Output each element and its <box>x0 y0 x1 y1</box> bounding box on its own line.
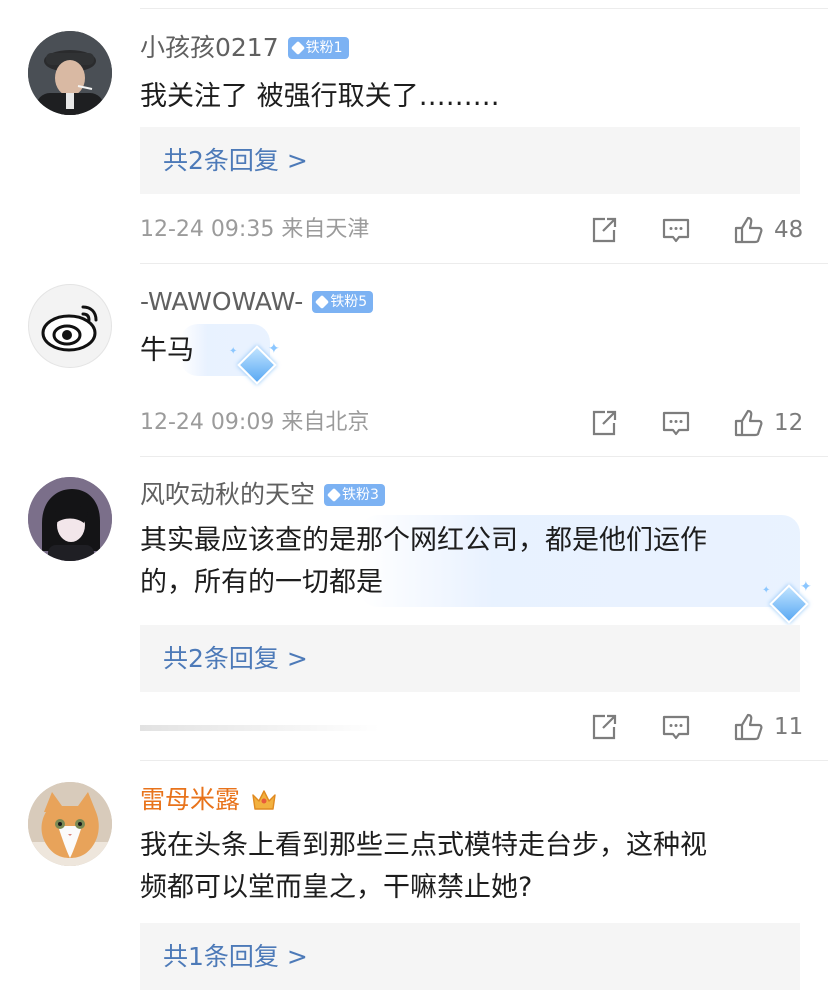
diamond-icon <box>326 487 342 503</box>
fan-badge[interactable]: 铁粉3 <box>324 484 385 506</box>
timestamp-location: 12-24 09:09 来自北京 <box>140 410 370 435</box>
username[interactable]: -WAWOWAW- 铁粉5 <box>140 286 374 318</box>
like-count: 12 <box>774 410 804 436</box>
replies-link[interactable]: 共2条回复 > <box>140 127 800 194</box>
comment-meta: 11 <box>140 707 804 747</box>
like-icon[interactable] <box>732 711 764 743</box>
comment-icon[interactable] <box>660 214 692 246</box>
comment-text-line: 频都可以堂而皇之，干嘛禁止她? <box>140 872 533 903</box>
username[interactable]: 小孩孩0217 铁粉1 <box>140 32 349 64</box>
like-icon[interactable] <box>732 214 764 246</box>
like-icon[interactable] <box>732 407 764 439</box>
comment-text-line: 的，所有的一切都是 <box>140 567 383 598</box>
avatar[interactable] <box>28 31 112 115</box>
comment-item: 风吹动秋的天空 铁粉3 ✦ ✦ 其实最应该查的是那个网红公司，都是他们运作 的，… <box>0 457 828 760</box>
share-icon[interactable] <box>588 407 620 439</box>
comment-meta: 12-24 09:09 来自北京 12 <box>140 403 804 443</box>
share-icon[interactable] <box>588 711 620 743</box>
fan-badge[interactable]: 铁粉5 <box>312 291 374 313</box>
comment-item: 雷母米露 我在头条上看到那些三点式模特走台步，这种视 频都可以堂而皇之，干嘛禁止… <box>0 761 828 1006</box>
username-text[interactable]: -WAWOWAW- <box>140 286 303 318</box>
action-bar: 12 <box>588 403 804 443</box>
comment-text: 其实最应该查的是那个网红公司，都是他们运作 的，所有的一切都是 <box>140 520 800 604</box>
diamond-icon <box>290 40 305 56</box>
comment-text: 我关注了 被强行取关了……… <box>140 81 500 112</box>
fan-badge-label: 铁粉1 <box>305 40 343 56</box>
username[interactable]: 风吹动秋的天空 铁粉3 <box>140 479 385 511</box>
comment-item: 小孩孩0217 铁粉1 我关注了 被强行取关了……… 共2条回复 > 12-24… <box>0 0 828 262</box>
comment-text-line: 我在头条上看到那些三点式模特走台步，这种视 <box>140 830 707 861</box>
comment-text: 我在头条上看到那些三点式模特走台步，这种视 频都可以堂而皇之，干嘛禁止她? <box>140 825 800 909</box>
share-icon[interactable] <box>588 214 620 246</box>
replies-label: 共2条回复 > <box>163 644 308 673</box>
action-bar: 48 <box>588 210 804 250</box>
avatar[interactable] <box>28 782 112 866</box>
sparkle-icon: ✦ <box>800 579 812 595</box>
comment-meta: 12-24 09:35 来自天津 48 <box>140 210 804 250</box>
username-text[interactable]: 小孩孩0217 <box>140 32 279 64</box>
username-text[interactable]: 雷母米露 <box>140 784 240 816</box>
like-count: 48 <box>774 217 804 243</box>
replies-link[interactable]: 共2条回复 > <box>140 625 800 692</box>
comment-text-line: 其实最应该查的是那个网红公司，都是他们运作 <box>140 525 707 556</box>
diamond-icon <box>315 294 330 310</box>
username[interactable]: 雷母米露 <box>140 784 278 816</box>
fan-badge-label: 铁粉3 <box>342 487 379 503</box>
action-bar: 11 <box>588 707 804 747</box>
timestamp-fade <box>140 725 380 731</box>
fan-badge-label: 铁粉5 <box>330 294 368 310</box>
like-count: 11 <box>774 714 804 740</box>
comment-text: 牛马 <box>140 335 194 366</box>
weibo-logo-icon[interactable] <box>28 284 112 368</box>
fan-badge[interactable]: 铁粉1 <box>287 37 349 59</box>
comment-icon[interactable] <box>660 407 692 439</box>
replies-label: 共2条回复 > <box>163 146 308 175</box>
comment-icon[interactable] <box>660 711 692 743</box>
replies-label: 共1条回复 > <box>163 942 308 971</box>
avatar[interactable] <box>28 477 112 561</box>
replies-link[interactable]: 共1条回复 > <box>140 923 800 990</box>
username-text[interactable]: 风吹动秋的天空 <box>140 479 315 511</box>
timestamp-location: 12-24 09:35 来自天津 <box>140 217 370 242</box>
crown-icon <box>252 790 276 810</box>
comment-item: -WAWOWAW- 铁粉5 ✦ ✦ 牛马 12-24 09:09 来自北京 12 <box>0 264 828 456</box>
